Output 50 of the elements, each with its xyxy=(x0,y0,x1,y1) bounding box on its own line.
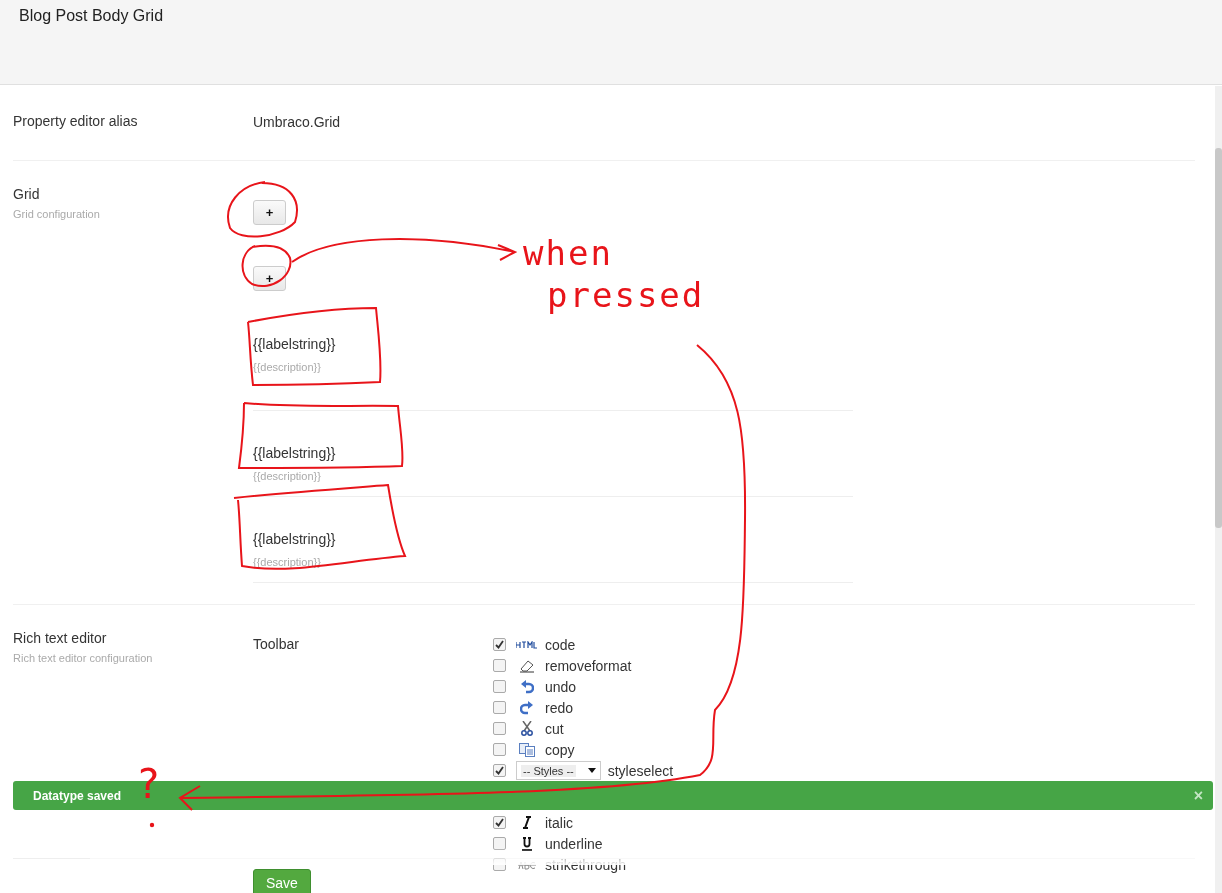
property-label: Grid xyxy=(13,186,41,202)
add-button[interactable]: + xyxy=(253,200,286,225)
item-label: {{labelstring}} xyxy=(253,531,336,547)
page-title: Blog Post Body Grid xyxy=(19,7,165,25)
undo-icon xyxy=(520,679,534,694)
redo-icon xyxy=(520,700,534,715)
toolbar-option: copy xyxy=(545,741,575,758)
toolbar-option: removeformat xyxy=(545,657,632,674)
annotation-note: when pressed xyxy=(522,232,706,316)
toolbar-option: undo xyxy=(545,678,577,695)
italic-icon xyxy=(522,816,532,829)
item-label: {{labelstring}} xyxy=(253,445,336,461)
property-label: Rich text editor xyxy=(13,630,108,646)
item-description: {{description}} xyxy=(253,470,321,482)
item-description: {{description}} xyxy=(253,361,321,373)
html-icon xyxy=(516,640,538,649)
checkbox[interactable] xyxy=(493,638,506,651)
item-label: {{labelstring}} xyxy=(253,336,336,352)
eraser-icon xyxy=(519,658,535,673)
alias-value: Umbraco.Grid xyxy=(253,114,341,130)
checkbox[interactable] xyxy=(493,743,506,756)
toolbar-option: styleselect xyxy=(607,762,674,779)
scissors-icon xyxy=(521,721,533,736)
property-label: Property editor alias xyxy=(13,113,139,129)
checkbox[interactable] xyxy=(493,701,506,714)
property-description: Grid configuration xyxy=(13,208,101,220)
checkbox[interactable] xyxy=(493,764,506,777)
checkbox[interactable] xyxy=(493,680,506,693)
checkbox[interactable] xyxy=(493,837,506,850)
underline-icon xyxy=(521,836,533,851)
scrollbar[interactable] xyxy=(1215,86,1222,893)
strikethrough-icon xyxy=(518,859,536,870)
checkbox[interactable] xyxy=(493,816,506,829)
checkbox[interactable] xyxy=(493,722,506,735)
copy-icon xyxy=(519,742,535,757)
toolbar-option: underline xyxy=(545,835,603,852)
toolbar-option: code xyxy=(545,636,576,653)
toolbar-option: strikethrough xyxy=(545,856,626,873)
caret-icon xyxy=(587,768,596,773)
add-button[interactable]: + xyxy=(253,266,286,291)
toolbar-label: Toolbar xyxy=(253,635,300,654)
checkbox[interactable] xyxy=(493,659,506,672)
property-description: Rich text editor configuration xyxy=(13,652,154,664)
toolbar-option: italic xyxy=(545,814,573,831)
item-description: {{description}} xyxy=(253,556,321,568)
toolbar-option: cut xyxy=(545,720,564,737)
notification-message: Datatype saved xyxy=(33,788,122,803)
toolbar-option: redo xyxy=(545,699,574,716)
checkbox[interactable] xyxy=(493,858,506,871)
styles-dropdown[interactable]: -- Styles -- xyxy=(516,761,601,780)
